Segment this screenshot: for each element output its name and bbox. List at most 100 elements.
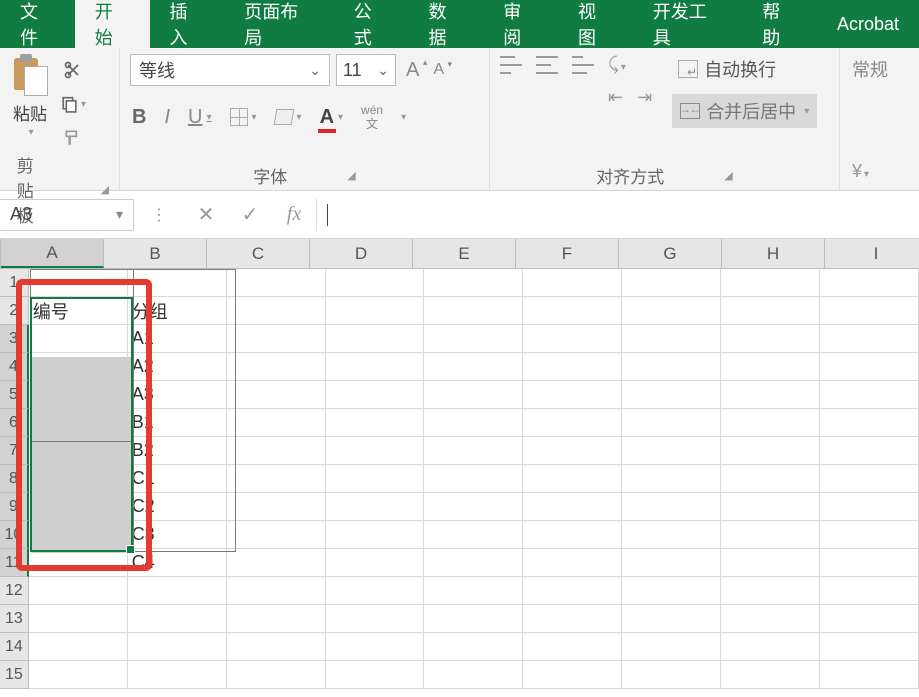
align-top-button[interactable] [500, 56, 522, 74]
cell-A3[interactable] [29, 325, 128, 353]
increase-font-size-button[interactable]: A [402, 59, 423, 82]
cell-C5[interactable] [227, 381, 326, 409]
cell-B11[interactable]: C4 [128, 549, 227, 577]
cell-B9[interactable]: C2 [128, 493, 227, 521]
cell-B14[interactable] [128, 633, 227, 661]
cell-E6[interactable] [424, 409, 523, 437]
font-dialog-launcher-icon[interactable]: ◢ [347, 169, 355, 182]
cell-E5[interactable] [424, 381, 523, 409]
tab-page-layout[interactable]: 页面布局 [224, 0, 333, 48]
cell-I10[interactable] [820, 521, 919, 549]
bold-button[interactable]: B [130, 104, 148, 131]
cell-I9[interactable] [820, 493, 919, 521]
row-header-12[interactable]: 12 [0, 577, 29, 605]
cell-A9[interactable] [29, 493, 128, 521]
cell-D2[interactable] [326, 297, 425, 325]
tab-insert[interactable]: 插入 [150, 0, 225, 48]
cell-G10[interactable] [622, 521, 721, 549]
cell-I3[interactable] [820, 325, 919, 353]
column-header-H[interactable]: H [722, 239, 825, 268]
column-header-A[interactable]: A [1, 239, 104, 268]
cell-D4[interactable] [326, 353, 425, 381]
align-center-button[interactable] [536, 89, 558, 107]
cell-F2[interactable] [523, 297, 622, 325]
cell-F11[interactable] [523, 549, 622, 577]
cell-F14[interactable] [523, 633, 622, 661]
cell-F7[interactable] [523, 437, 622, 465]
column-header-B[interactable]: B [104, 239, 207, 268]
row-header-7[interactable]: 7 [0, 437, 29, 465]
cell-A7[interactable] [29, 437, 128, 465]
cell-E8[interactable] [424, 465, 523, 493]
cell-H6[interactable] [721, 409, 820, 437]
fill-color-button[interactable]: ▾ [273, 107, 304, 127]
cell-G7[interactable] [622, 437, 721, 465]
cell-C13[interactable] [227, 605, 326, 633]
cell-B5[interactable]: A3 [128, 381, 227, 409]
cell-F4[interactable] [523, 353, 622, 381]
paste-button[interactable]: 粘贴 ▾ [10, 54, 50, 138]
cell-E11[interactable] [424, 549, 523, 577]
phonetic-guide-button[interactable]: wén 文 [359, 102, 385, 132]
cell-A2[interactable]: 编号 [29, 297, 128, 325]
tab-help[interactable]: 帮助 [742, 0, 817, 48]
column-header-I[interactable]: I [825, 239, 919, 268]
column-header-F[interactable]: F [516, 239, 619, 268]
cell-E14[interactable] [424, 633, 523, 661]
cell-E4[interactable] [424, 353, 523, 381]
cancel-formula-button[interactable]: ✕ [184, 202, 228, 227]
cell-C12[interactable] [227, 577, 326, 605]
name-box[interactable]: A3 ▾ [0, 199, 134, 231]
cell-B3[interactable]: A1 [128, 325, 227, 353]
cell-E12[interactable] [424, 577, 523, 605]
align-left-button[interactable] [500, 89, 522, 107]
tab-acrobat[interactable]: Acrobat [817, 0, 919, 48]
merge-center-button[interactable]: 合并后居中 ▾ [672, 94, 817, 128]
cell-B10[interactable]: C3 [128, 521, 227, 549]
increase-indent-button[interactable]: ⇥ [637, 87, 652, 108]
cell-I4[interactable] [820, 353, 919, 381]
cell-C2[interactable] [227, 297, 326, 325]
cell-B13[interactable] [128, 605, 227, 633]
cell-C4[interactable] [227, 353, 326, 381]
row-header-1[interactable]: 1 [0, 269, 29, 297]
cell-G4[interactable] [622, 353, 721, 381]
currency-button[interactable]: ¥▾ [852, 161, 869, 182]
format-painter-button[interactable] [60, 126, 86, 150]
cell-I12[interactable] [820, 577, 919, 605]
cell-A10[interactable] [29, 521, 128, 549]
align-right-button[interactable] [572, 89, 594, 107]
cut-button[interactable] [60, 58, 86, 82]
column-header-E[interactable]: E [413, 239, 516, 268]
cell-E15[interactable] [424, 661, 523, 689]
cell-D6[interactable] [326, 409, 425, 437]
cell-H11[interactable] [721, 549, 820, 577]
formula-input[interactable] [316, 199, 919, 231]
insert-function-button[interactable]: fx [272, 203, 316, 226]
font-size-select[interactable]: 11 ⌄ [336, 54, 396, 86]
row-header-13[interactable]: 13 [0, 605, 29, 633]
border-button[interactable]: ▾ [228, 106, 259, 128]
cell-E3[interactable] [424, 325, 523, 353]
number-format-select[interactable]: 常规 [852, 56, 888, 82]
cell-E2[interactable] [424, 297, 523, 325]
cell-F9[interactable] [523, 493, 622, 521]
cell-C14[interactable] [227, 633, 326, 661]
underline-button[interactable]: U▾ [186, 104, 213, 131]
cell-A4[interactable] [29, 353, 128, 381]
cell-G1[interactable] [622, 269, 721, 297]
cell-A15[interactable] [29, 661, 128, 689]
cell-C10[interactable] [227, 521, 326, 549]
decrease-indent-button[interactable]: ⇤ [608, 87, 623, 108]
cell-E13[interactable] [424, 605, 523, 633]
cell-C1[interactable] [227, 269, 326, 297]
tab-developer[interactable]: 开发工具 [633, 0, 742, 48]
cell-F1[interactable] [523, 269, 622, 297]
row-header-5[interactable]: 5 [0, 381, 29, 409]
cell-B8[interactable]: C1 [128, 465, 227, 493]
cell-A8[interactable] [29, 465, 128, 493]
cell-D7[interactable] [326, 437, 425, 465]
cell-D3[interactable] [326, 325, 425, 353]
row-header-4[interactable]: 4 [0, 353, 29, 381]
row-header-15[interactable]: 15 [0, 661, 29, 689]
